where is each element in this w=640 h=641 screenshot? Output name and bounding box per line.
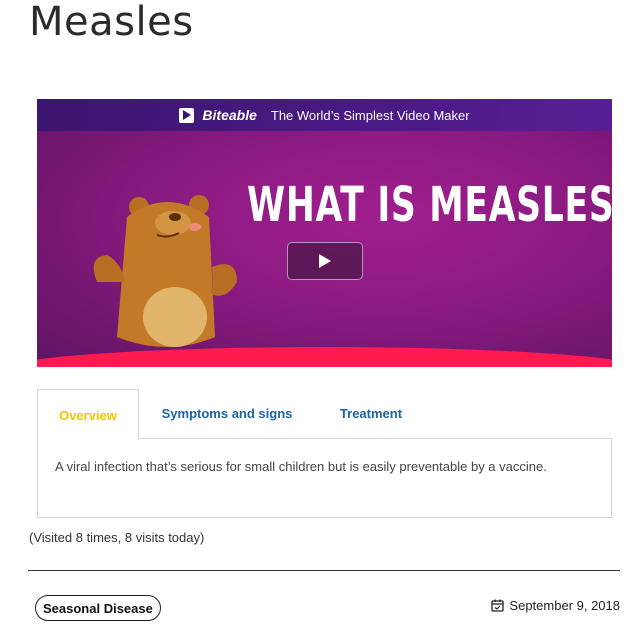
tab-treatment[interactable]: Treatment [321, 389, 421, 438]
divider [28, 570, 620, 571]
video-player[interactable]: Biteable The World’s Simplest Video Make… [37, 99, 612, 367]
post-date: September 9, 2018 [491, 598, 620, 613]
visit-counter: (Visited 8 times, 8 visits today) [29, 530, 205, 545]
page-title: Measles [29, 0, 194, 45]
tab-panel: A viral infection that’s serious for sma… [37, 438, 612, 518]
play-button[interactable] [287, 242, 363, 280]
banner-brand: Biteable [202, 107, 257, 123]
category-tag[interactable]: Seasonal Disease [35, 595, 161, 621]
bear-illustration [93, 195, 237, 347]
video-headline: WHAT IS MEASLES? [247, 177, 612, 233]
tabs-widget: Overview Symptoms and signs Treatment A … [37, 389, 612, 518]
video-banner[interactable]: Biteable The World’s Simplest Video Make… [37, 99, 612, 131]
tab-symptoms-and-signs[interactable]: Symptoms and signs [141, 389, 313, 438]
biteable-logo-icon [179, 107, 195, 123]
calendar-check-icon [491, 599, 505, 612]
tab-content-text: A viral infection that’s serious for sma… [55, 459, 547, 474]
tab-overview[interactable]: Overview [37, 389, 139, 440]
play-icon [319, 254, 331, 268]
post-date-text: September 9, 2018 [509, 598, 620, 613]
banner-tagline: The World’s Simplest Video Maker [270, 107, 470, 123]
